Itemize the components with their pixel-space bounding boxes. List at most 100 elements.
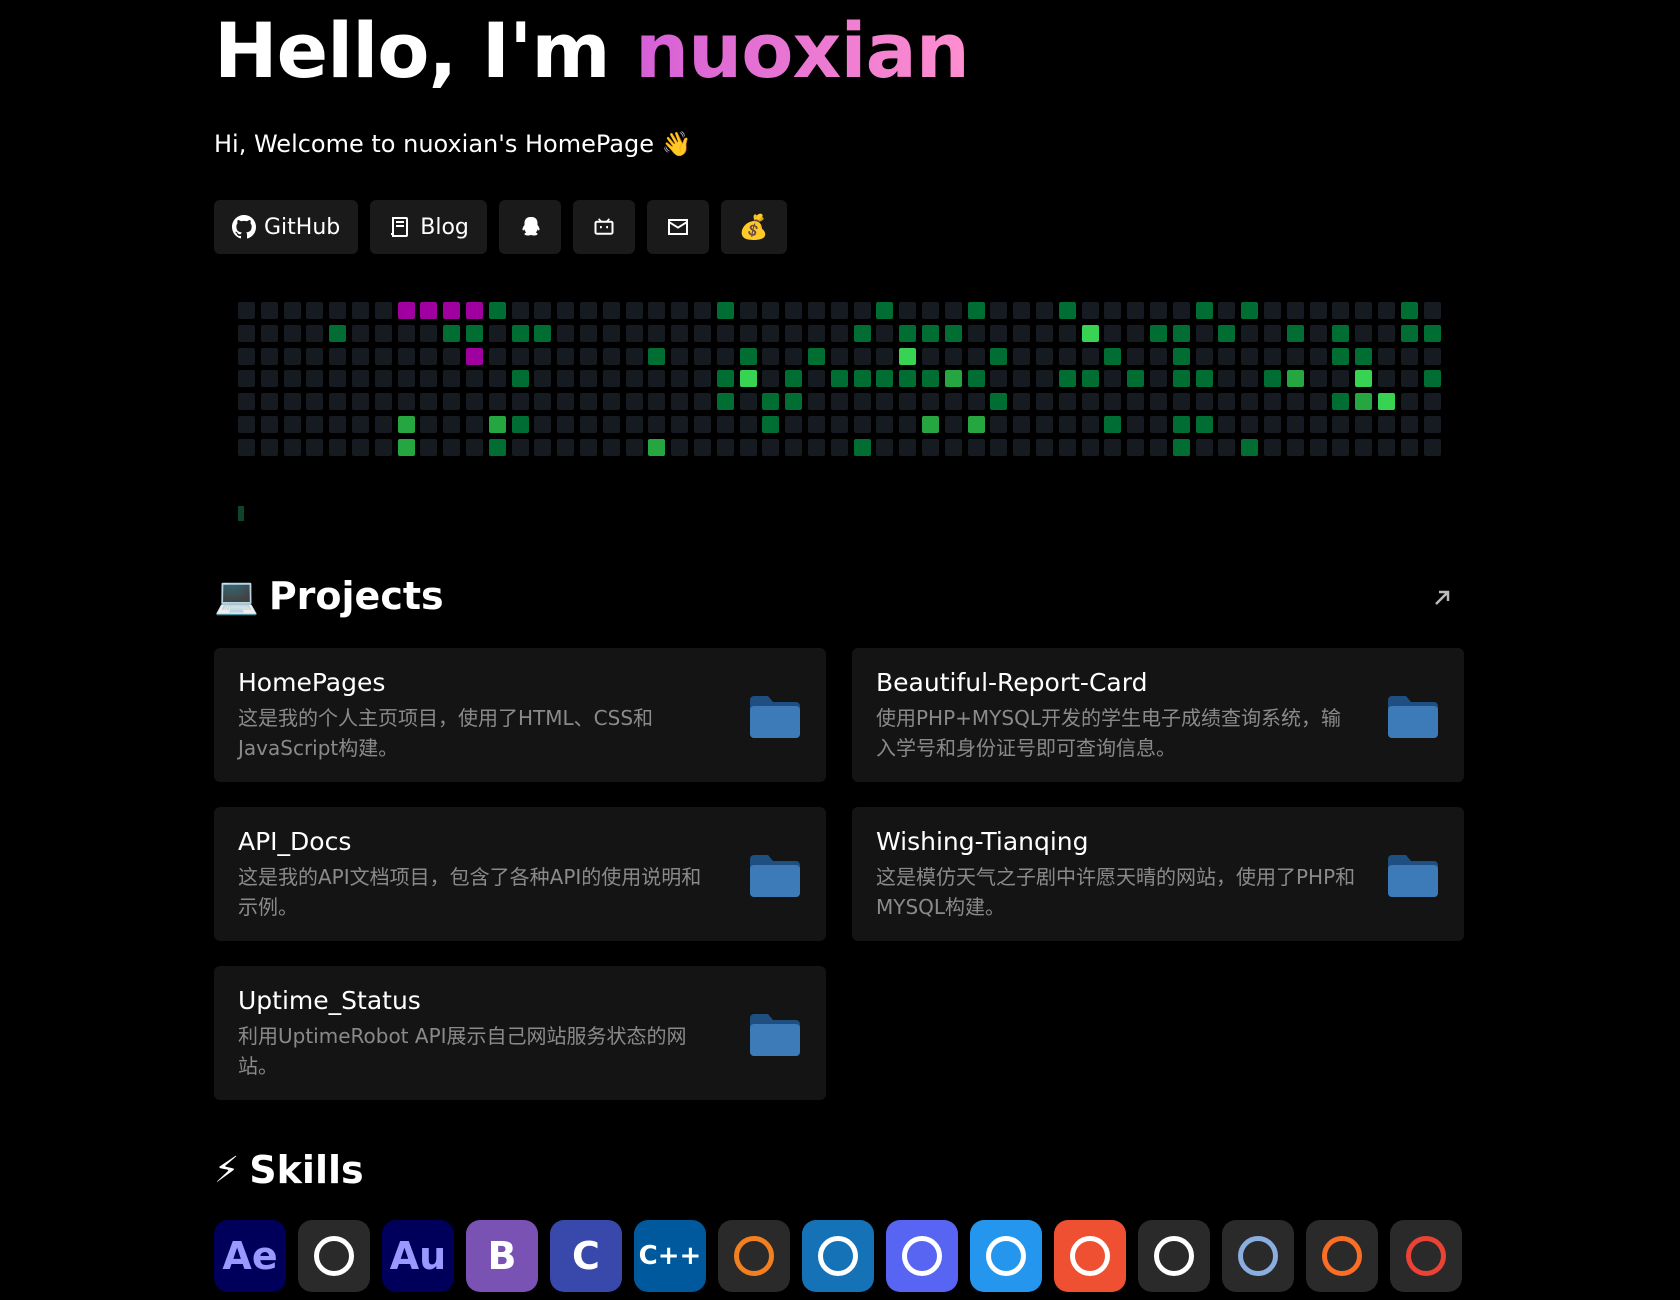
contribution-cell bbox=[808, 324, 825, 342]
contribution-cell bbox=[899, 370, 917, 388]
github-icon[interactable] bbox=[1138, 1220, 1210, 1292]
contribution-cell bbox=[1218, 438, 1236, 456]
github-icon bbox=[232, 215, 256, 239]
contribution-cell bbox=[899, 347, 917, 365]
apple-icon-glyph bbox=[314, 1236, 354, 1276]
contribution-cell bbox=[283, 438, 301, 456]
contribution-cell bbox=[1355, 347, 1373, 365]
contribution-cell bbox=[443, 438, 461, 456]
contribution-cell bbox=[1195, 324, 1213, 342]
contribution-cell bbox=[238, 416, 255, 433]
contribution-cell bbox=[466, 347, 483, 365]
contribution-cell bbox=[1127, 302, 1145, 319]
project-card[interactable]: Uptime_Status 利用UptimeRobot API展示自己网站服务状… bbox=[214, 966, 826, 1100]
contribution-cell bbox=[922, 393, 939, 411]
contribution-cell bbox=[1423, 393, 1441, 411]
contribution-cell bbox=[625, 324, 643, 342]
contribution-cell bbox=[1081, 416, 1099, 433]
after-effects-icon[interactable]: Ae bbox=[214, 1220, 286, 1292]
contribution-cell bbox=[762, 416, 780, 433]
folder-icon bbox=[1388, 855, 1438, 897]
docker-icon[interactable] bbox=[970, 1220, 1042, 1292]
contribution-cell bbox=[397, 393, 415, 411]
contribution-cell bbox=[808, 302, 825, 319]
project-card[interactable]: Wishing-Tianqing 这是模仿天气之子剧中许愿天晴的网站，使用了PH… bbox=[852, 807, 1464, 941]
contribution-cell bbox=[580, 370, 597, 388]
projects-heading: 💻 Projects bbox=[214, 574, 444, 618]
cpp-icon[interactable]: C++ bbox=[634, 1220, 706, 1292]
contribution-cell bbox=[1332, 393, 1350, 411]
contribution-cell bbox=[1195, 393, 1213, 411]
contribution-cell bbox=[1286, 324, 1304, 342]
project-name: Wishing-Tianqing bbox=[876, 827, 1089, 856]
contribution-cell bbox=[1241, 302, 1259, 319]
contribution-cell bbox=[967, 302, 985, 319]
contribution-cell bbox=[1400, 324, 1418, 342]
gmail-icon[interactable] bbox=[1390, 1220, 1462, 1292]
c-language-icon[interactable]: C bbox=[550, 1220, 622, 1292]
gitlab-icon[interactable] bbox=[1306, 1220, 1378, 1292]
contribution-cell bbox=[990, 370, 1008, 388]
contribution-cell bbox=[1332, 370, 1350, 388]
contribution-cell bbox=[557, 302, 575, 319]
project-card[interactable]: Beautiful-Report-Card 使用PHP+MYSQL开发的学生电子… bbox=[852, 648, 1464, 782]
audition-icon[interactable]: Au bbox=[382, 1220, 454, 1292]
contribution-cell bbox=[397, 416, 415, 433]
contribution-cell bbox=[397, 438, 415, 456]
contribution-cell bbox=[1058, 393, 1076, 411]
github-actions-icon[interactable] bbox=[1222, 1220, 1294, 1292]
contribution-cell bbox=[1104, 438, 1122, 456]
contribution-cell bbox=[922, 324, 939, 342]
contribution-cell bbox=[1172, 416, 1190, 433]
contribution-cell bbox=[1150, 393, 1167, 411]
contribution-cell bbox=[534, 393, 552, 411]
project-card[interactable]: API_Docs 这是我的API文档项目，包含了各种API的使用说明和示例。 bbox=[214, 807, 826, 941]
contribution-cell bbox=[1104, 370, 1122, 388]
contribution-cell bbox=[466, 370, 483, 388]
contribution-cell bbox=[1378, 302, 1395, 319]
contribution-cell bbox=[534, 416, 552, 433]
contribution-cell bbox=[1036, 438, 1053, 456]
projects-open-link[interactable] bbox=[1430, 586, 1454, 610]
contribution-cell bbox=[1241, 416, 1259, 433]
contribution-cell bbox=[329, 302, 347, 319]
css3-icon[interactable] bbox=[802, 1220, 874, 1292]
contribution-cell bbox=[238, 347, 255, 365]
skills-title: Skills bbox=[249, 1148, 364, 1192]
contribution-cell bbox=[1423, 347, 1441, 365]
bilibili-link-button[interactable] bbox=[572, 200, 635, 254]
contribution-cell bbox=[1332, 416, 1350, 433]
contribution-cell bbox=[853, 324, 871, 342]
contribution-cell bbox=[876, 347, 894, 365]
apple-icon[interactable] bbox=[298, 1220, 370, 1292]
contribution-cell bbox=[511, 393, 529, 411]
contribution-cell bbox=[1400, 416, 1418, 433]
contribution-cell bbox=[762, 393, 780, 411]
contribution-cell bbox=[785, 438, 803, 456]
blog-link-button[interactable]: Blog bbox=[370, 200, 487, 254]
contribution-cell bbox=[329, 370, 347, 388]
contribution-cell bbox=[580, 302, 597, 319]
contribution-cell bbox=[648, 438, 666, 456]
contribution-cell bbox=[1400, 302, 1418, 319]
folder-icon bbox=[750, 696, 800, 738]
contribution-cell bbox=[967, 416, 985, 433]
contribution-cell bbox=[625, 416, 643, 433]
github-link-button[interactable]: GitHub bbox=[214, 200, 359, 254]
discord-icon[interactable] bbox=[886, 1220, 958, 1292]
cloudflare-icon[interactable] bbox=[718, 1220, 790, 1292]
contribution-cell bbox=[1127, 438, 1145, 456]
qq-link-button[interactable] bbox=[498, 200, 561, 254]
contribution-cell bbox=[1378, 438, 1395, 456]
contribution-cell bbox=[511, 438, 529, 456]
git-icon[interactable] bbox=[1054, 1220, 1126, 1292]
bootstrap-icon[interactable]: B bbox=[466, 1220, 538, 1292]
contribution-cell bbox=[694, 347, 711, 365]
donate-link-button[interactable]: 💰 bbox=[720, 200, 787, 254]
email-link-button[interactable] bbox=[646, 200, 709, 254]
contribution-cell bbox=[671, 302, 689, 319]
project-card[interactable]: HomePages 这是我的个人主页项目，使用了HTML、CSS和JavaScr… bbox=[214, 648, 826, 782]
contribution-cell bbox=[990, 393, 1008, 411]
github-icon-glyph bbox=[1154, 1236, 1194, 1276]
contribution-cell bbox=[671, 347, 689, 365]
